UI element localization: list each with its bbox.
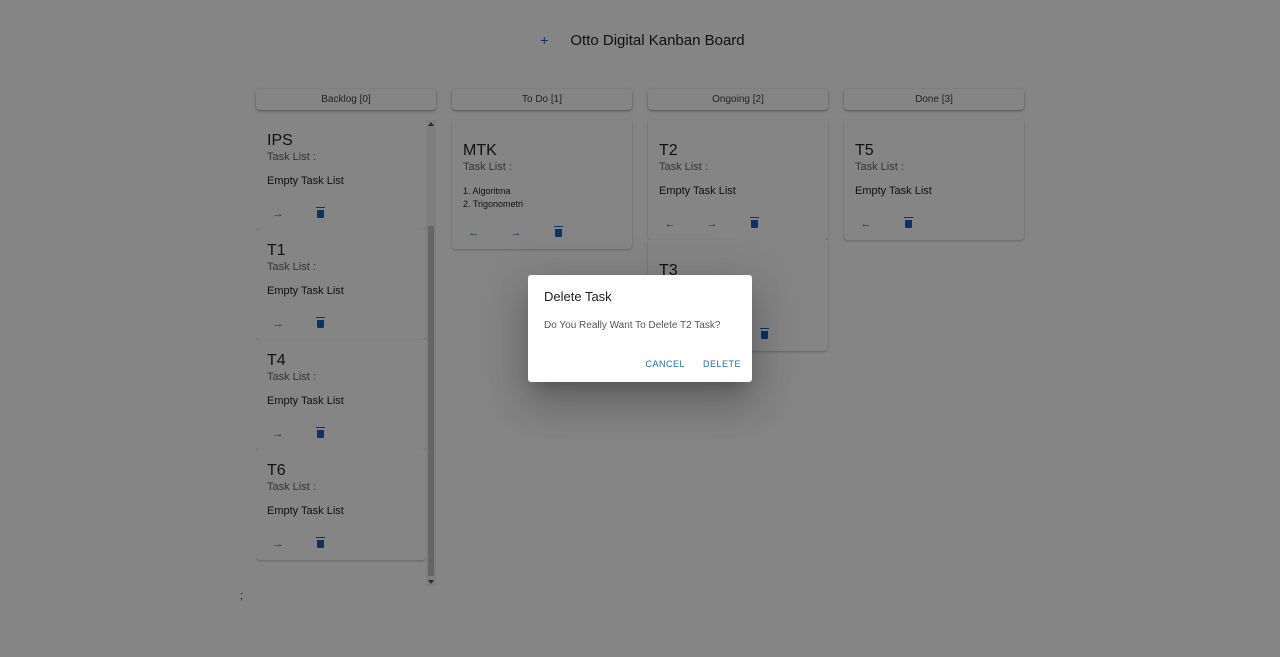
kanban-app: + Otto Digital Kanban Board Backlog [0] … xyxy=(0,0,1280,657)
dialog-actions: CANCEL DELETE xyxy=(627,359,741,369)
dialog-title: Delete Task xyxy=(544,289,612,304)
delete-task-dialog: Delete Task Do You Really Want To Delete… xyxy=(528,275,752,382)
delete-button[interactable]: DELETE xyxy=(703,359,741,369)
dialog-message: Do You Really Want To Delete T2 Task? xyxy=(544,320,721,331)
cancel-button[interactable]: CANCEL xyxy=(645,359,685,369)
